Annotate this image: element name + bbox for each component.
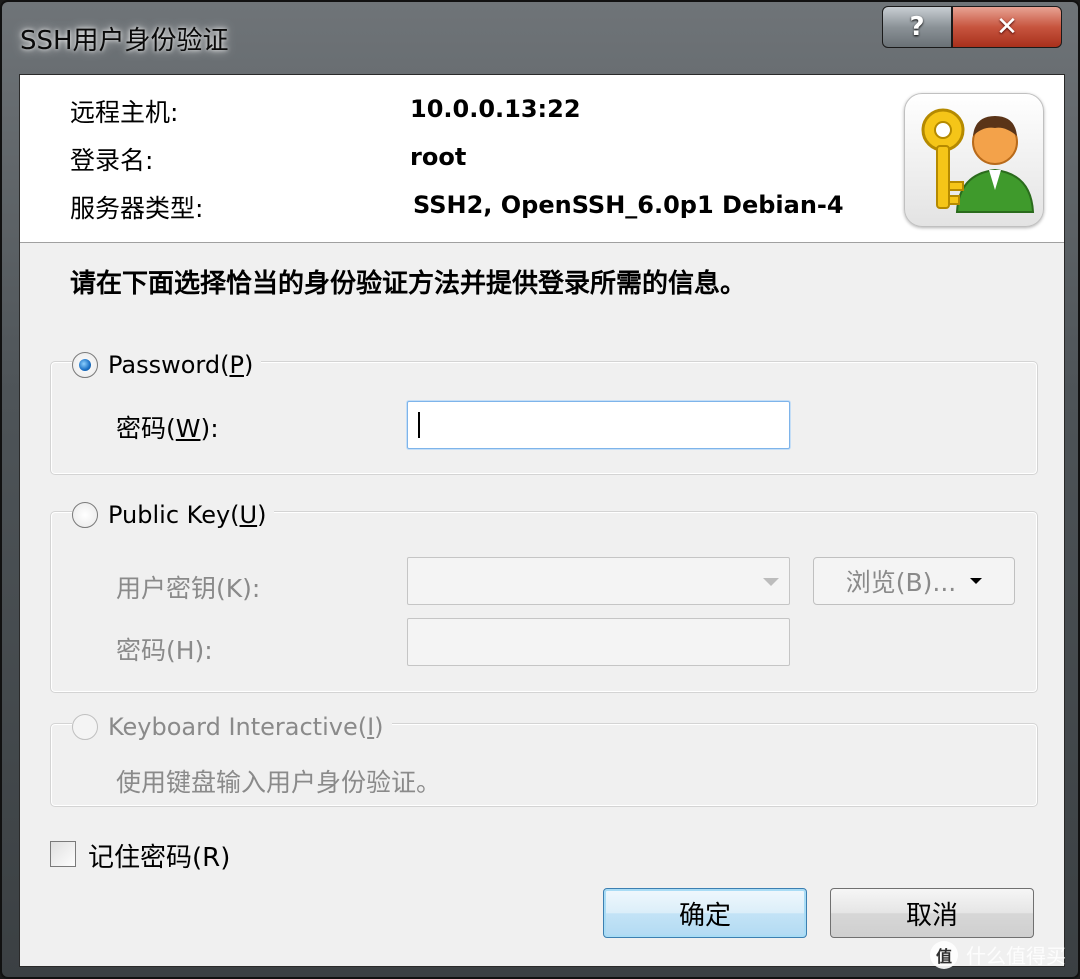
radio-disabled-icon <box>72 714 98 740</box>
watermark-logo-icon: 值 <box>930 940 958 969</box>
password-field-label: 密码(W): <box>116 414 219 443</box>
dropdown-arrow-icon <box>763 578 779 586</box>
remote-host-label: 远程主机: <box>70 98 179 127</box>
cancel-button[interactable]: 取消 <box>830 888 1034 938</box>
password-radio-label: Password(P) <box>108 351 254 379</box>
close-button[interactable]: ✕ <box>952 6 1062 48</box>
passphrase-label: 密码(H): <box>116 636 213 665</box>
close-icon: ✕ <box>996 12 1018 42</box>
keyboard-interactive-radio-label: Keyboard Interactive(I) <box>108 713 384 741</box>
dialog-body: 远程主机: 10.0.0.13:22 登录名: root 服务器类型: SSH2… <box>19 74 1065 967</box>
text-caret <box>418 412 420 438</box>
remote-host-value: 10.0.0.13:22 <box>410 95 581 123</box>
chevron-down-icon <box>970 578 983 584</box>
key-user-icon <box>904 93 1044 227</box>
watermark: 值 什么值得买 <box>930 940 1066 969</box>
help-button[interactable]: ? <box>882 6 952 48</box>
passphrase-input[interactable] <box>407 618 790 666</box>
user-key-select[interactable] <box>407 557 790 605</box>
keyboard-interactive-description: 使用键盘输入用户身份验证。 <box>116 768 442 797</box>
login-name-value: root <box>410 143 467 171</box>
ok-button[interactable]: 确定 <box>603 888 807 938</box>
remember-password-checkbox[interactable] <box>50 841 76 867</box>
radio-checked-icon <box>72 352 98 378</box>
help-icon: ? <box>909 12 925 42</box>
password-input[interactable] <box>407 401 790 449</box>
dialog-window: SSH用户身份验证 ? ✕ 远程主机: 10.0.0.13:22 登录名: ro… <box>0 0 1080 979</box>
public-key-radio[interactable]: Public Key(U) <box>72 501 275 529</box>
title-bar[interactable]: SSH用户身份验证 ? ✕ <box>2 2 1078 74</box>
watermark-text: 什么值得买 <box>966 944 1066 968</box>
keyboard-interactive-radio[interactable]: Keyboard Interactive(I) <box>72 713 392 741</box>
instruction-text: 请在下面选择恰当的身份验证方法并提供登录所需的信息。 <box>70 269 747 299</box>
radio-unchecked-icon <box>72 502 98 528</box>
host-info-panel: 远程主机: 10.0.0.13:22 登录名: root 服务器类型: SSH2… <box>20 75 1064 243</box>
server-type-label: 服务器类型: <box>70 194 204 223</box>
server-type-value: SSH2, OpenSSH_6.0p1 Debian-4 <box>413 191 844 219</box>
user-key-label: 用户密钥(K): <box>116 574 261 603</box>
remember-password-label[interactable]: 记住密码(R) <box>88 837 230 874</box>
public-key-radio-label: Public Key(U) <box>108 501 267 529</box>
browse-button[interactable]: 浏览(B)... <box>813 557 1015 605</box>
login-name-label: 登录名: <box>70 146 154 175</box>
window-title: SSH用户身份验证 <box>20 26 229 56</box>
password-radio[interactable]: Password(P) <box>72 351 262 379</box>
